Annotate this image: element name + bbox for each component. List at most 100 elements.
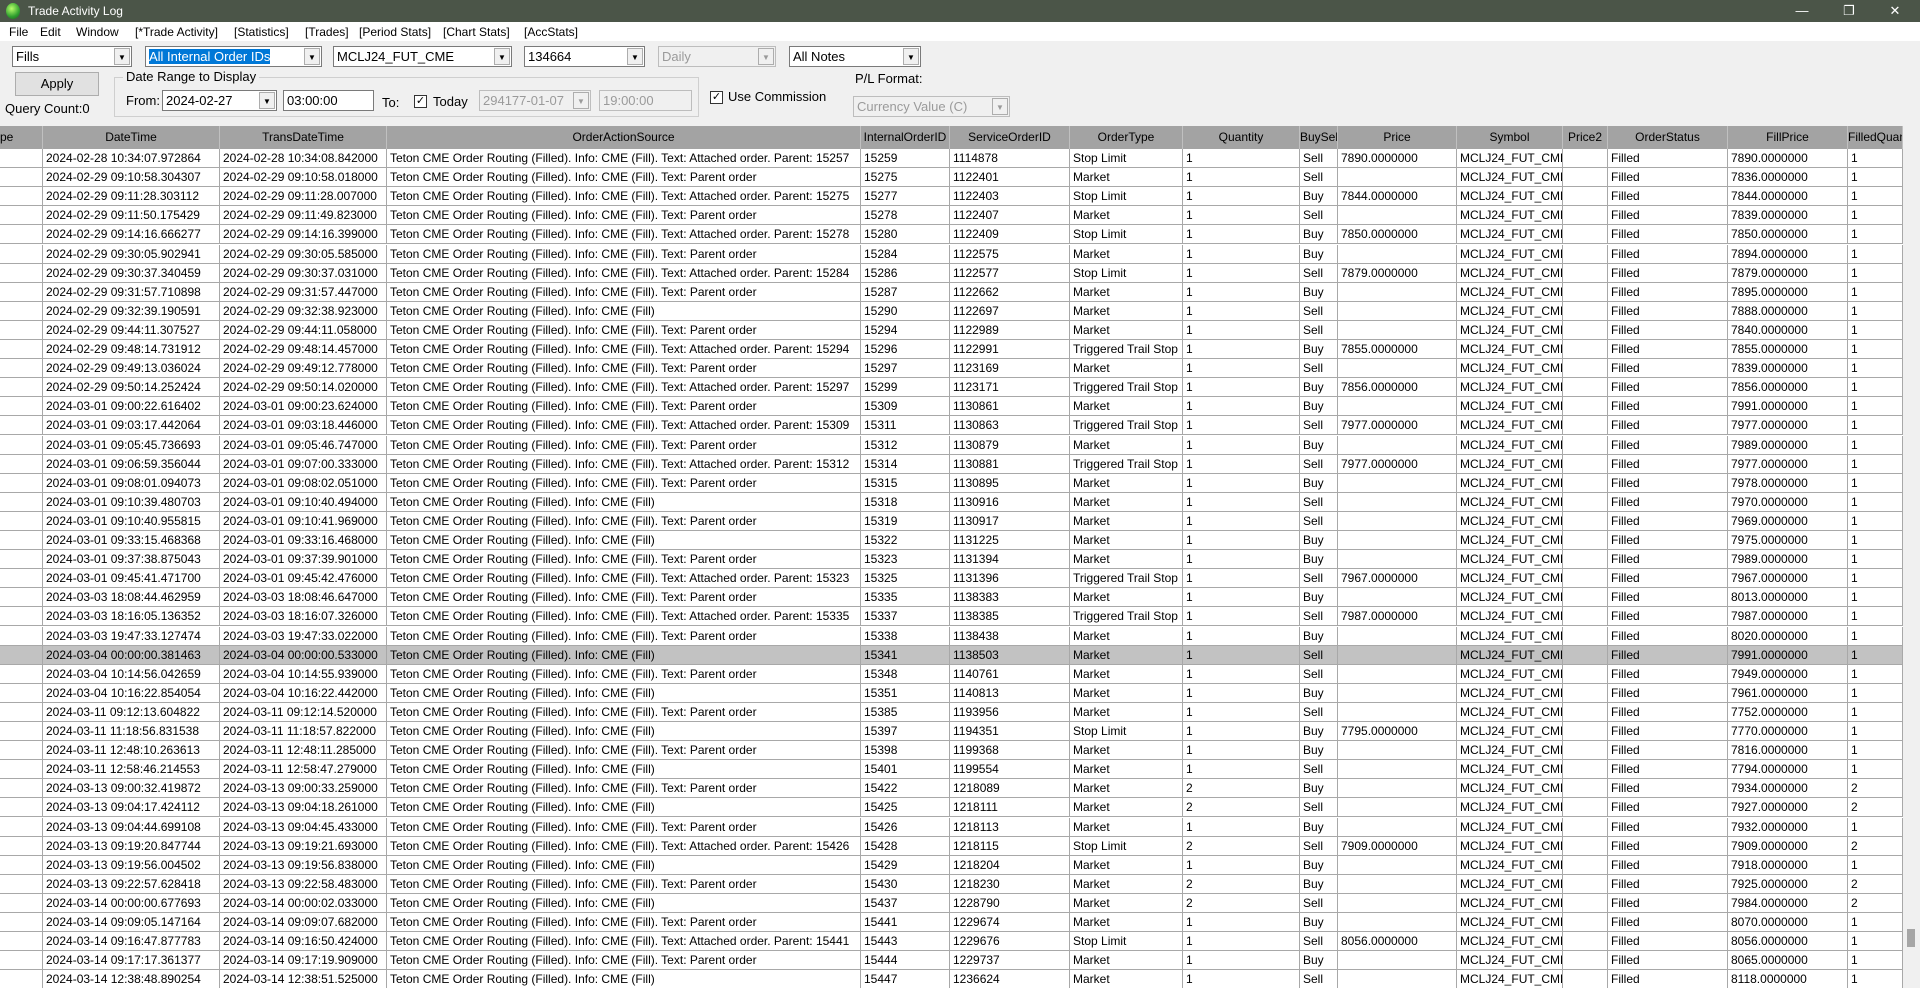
table-row[interactable]: 2024-03-03 18:08:44.462959 2024-03-03 18:… [0, 588, 1903, 608]
symbol-select[interactable]: MCLJ24_FUT_CME ▼ [333, 46, 512, 67]
table-row[interactable]: 2024-03-04 00:00:00.381463 2024-03-04 00:… [0, 645, 1903, 665]
table-row[interactable]: 2024-02-29 09:14:16.666277 2024-02-29 09:… [0, 225, 1903, 245]
minimize-button[interactable]: — [1779, 0, 1825, 22]
column-header-type[interactable]: pe [0, 126, 43, 149]
column-header-trans-datetime[interactable]: TransDateTime [220, 126, 387, 149]
table-row[interactable]: 2024-03-01 09:06:59.356044 2024-03-01 09:… [0, 454, 1903, 474]
table-row[interactable]: 2024-02-29 09:49:13.036024 2024-02-29 09:… [0, 359, 1903, 379]
menu-accstats[interactable]: [AccStats] [524, 25, 578, 39]
column-header-datetime[interactable]: DateTime [43, 126, 220, 149]
cell-order-type: Market [1070, 531, 1183, 550]
table-row[interactable]: 2024-03-14 09:09:05.147164 2024-03-14 09:… [0, 913, 1903, 932]
fills-table[interactable]: pe DateTime TransDateTime OrderActionSource… [0, 126, 1903, 988]
apply-button[interactable]: Apply [15, 72, 99, 96]
account-select[interactable]: 134664 ▼ [524, 46, 645, 67]
today-checkbox[interactable]: ✓ [414, 95, 427, 108]
column-header-buy-sell[interactable]: BuySell [1300, 126, 1338, 149]
cell-filled-quantity: 1 [1848, 626, 1903, 646]
column-header-price2[interactable]: Price2 [1563, 126, 1608, 149]
table-row[interactable]: 2024-03-01 09:03:17.442064 2024-03-01 09:… [0, 416, 1903, 436]
cell-service-order-id: 1122991 [950, 340, 1070, 359]
order-id-select[interactable]: All Internal Order IDs ▼ [145, 46, 322, 67]
table-row[interactable]: 2024-03-01 09:37:38.875043 2024-03-01 09:… [0, 550, 1903, 570]
table-row[interactable]: 2024-03-13 09:00:32.419872 2024-03-13 09:… [0, 779, 1903, 799]
maximize-button[interactable]: ❐ [1826, 0, 1872, 22]
vertical-scrollbar[interactable] [1903, 126, 1920, 988]
table-row[interactable]: 2024-02-29 09:10:58.304307 2024-02-29 09:… [0, 168, 1903, 188]
menu-trade-activity[interactable]: [*Trade Activity] [135, 25, 218, 39]
from-date-picker[interactable]: 2024-02-27 ▼ [162, 90, 277, 111]
cell-fill-price: 7989.0000000 [1728, 550, 1848, 570]
column-header-fill-price[interactable]: FillPrice [1728, 126, 1848, 149]
table-row[interactable]: 2024-03-14 09:16:47.877783 2024-03-14 09:… [0, 932, 1903, 952]
table-row[interactable]: 2024-03-03 18:16:05.136352 2024-03-03 18:… [0, 607, 1903, 627]
table-row[interactable]: 2024-03-14 09:17:17.361377 2024-03-14 09:… [0, 951, 1903, 971]
view-select[interactable]: Fills ▼ [12, 46, 132, 67]
table-row[interactable]: 2024-02-29 09:31:57.710898 2024-02-29 09:… [0, 282, 1903, 302]
menu-file[interactable]: File [9, 25, 28, 39]
table-row[interactable]: 2024-03-13 09:04:17.424112 2024-03-13 09:… [0, 798, 1903, 818]
table-row[interactable]: 2024-03-01 09:33:15.468368 2024-03-01 09:… [0, 531, 1903, 550]
column-header-symbol[interactable]: Symbol [1457, 126, 1563, 149]
table-row[interactable]: 2024-03-03 19:47:33.127474 2024-03-03 19:… [0, 626, 1903, 646]
column-header-quantity[interactable]: Quantity [1183, 126, 1300, 149]
cell-service-order-id: 1229674 [950, 913, 1070, 932]
cell-order-action-source: Teton CME Order Routing (Filled). Info: … [387, 722, 861, 741]
column-header-internal-order-id[interactable]: InternalOrderID [861, 126, 950, 149]
use-commission-checkbox[interactable]: ✓ [710, 91, 723, 104]
table-row[interactable]: 2024-03-01 09:08:01.094073 2024-03-01 09:… [0, 473, 1903, 493]
menu-edit[interactable]: Edit [40, 25, 61, 39]
menu-chart-stats[interactable]: [Chart Stats] [443, 25, 510, 39]
column-header-price[interactable]: Price [1338, 126, 1457, 149]
menu-window[interactable]: Window [76, 25, 119, 39]
column-header-order-action-source[interactable]: OrderActionSource [387, 126, 861, 149]
column-header-order-type[interactable]: OrderType [1070, 126, 1183, 149]
cell-symbol: MCLJ24_FUT_CME [1457, 225, 1563, 245]
table-row[interactable]: 2024-03-14 00:00:00.677693 2024-03-14 00:… [0, 893, 1903, 913]
cell-buy-sell: Sell [1300, 664, 1338, 684]
table-row[interactable]: 2024-03-01 09:10:40.955815 2024-03-01 09:… [0, 511, 1903, 531]
scrollbar-thumb[interactable] [1907, 929, 1915, 947]
table-row[interactable]: 2024-03-01 09:45:41.471700 2024-03-01 09:… [0, 569, 1903, 589]
table-row[interactable]: 2024-03-01 09:05:45.736693 2024-03-01 09:… [0, 435, 1903, 455]
cell-order-status: Filled [1608, 702, 1728, 722]
table-row[interactable]: 2024-03-11 12:58:46.214553 2024-03-11 12:… [0, 760, 1903, 780]
table-row[interactable]: 2024-03-13 09:22:57.628418 2024-03-13 09:… [0, 874, 1903, 894]
from-time-input[interactable]: 03:00:00 [283, 90, 374, 111]
table-row[interactable]: 2024-03-13 09:04:44.699108 2024-03-13 09:… [0, 817, 1903, 837]
menu-period-stats[interactable]: [Period Stats] [359, 25, 431, 39]
column-header-filled-quantity[interactable]: FilledQuantity [1848, 126, 1903, 149]
menu-trades[interactable]: [Trades] [305, 25, 349, 39]
cell-buy-sell: Buy [1300, 340, 1338, 359]
table-row[interactable]: 2024-03-13 09:19:20.847744 2024-03-13 09:… [0, 836, 1903, 856]
table-row[interactable]: 2024-03-14 12:38:48.890254 2024-03-14 12:… [0, 970, 1903, 988]
table-row[interactable]: 2024-03-13 09:19:56.004502 2024-03-13 09:… [0, 855, 1903, 875]
menu-statistics[interactable]: [Statistics] [234, 25, 289, 39]
chevron-down-icon: ▼ [259, 92, 275, 109]
column-header-order-status[interactable]: OrderStatus [1608, 126, 1728, 149]
table-row[interactable]: 2024-03-01 09:00:22.616402 2024-03-01 09:… [0, 397, 1903, 417]
cell-symbol: MCLJ24_FUT_CME [1457, 569, 1563, 589]
cell-order-action-source: Teton CME Order Routing (Filled). Info: … [387, 913, 861, 932]
table-row[interactable]: 2024-02-29 09:30:05.902941 2024-02-29 09:… [0, 244, 1903, 264]
table-row[interactable]: 2024-02-29 09:32:39.190591 2024-02-29 09:… [0, 301, 1903, 321]
cell-type [0, 741, 43, 761]
table-row[interactable]: 2024-02-29 09:11:28.303112 2024-02-29 09:… [0, 187, 1903, 207]
table-row[interactable]: 2024-03-11 09:12:13.604822 2024-03-11 09:… [0, 702, 1903, 722]
table-row[interactable]: 2024-02-29 09:44:11.307527 2024-02-29 09:… [0, 320, 1903, 340]
table-row[interactable]: 2024-02-28 10:34:07.972864 2024-02-28 10:… [0, 149, 1903, 168]
notes-select[interactable]: All Notes ▼ [789, 46, 921, 67]
column-header-service-order-id[interactable]: ServiceOrderID [950, 126, 1070, 149]
table-row[interactable]: 2024-02-29 09:30:37.340459 2024-02-29 09:… [0, 263, 1903, 283]
table-row[interactable]: 2024-03-01 09:10:39.480703 2024-03-01 09:… [0, 492, 1903, 512]
cell-internal-order-id: 15311 [861, 416, 950, 436]
table-row[interactable]: 2024-02-29 09:48:14.731912 2024-02-29 09:… [0, 340, 1903, 359]
table-row[interactable]: 2024-03-04 10:16:22.854054 2024-03-04 10:… [0, 683, 1903, 703]
cell-symbol: MCLJ24_FUT_CME [1457, 473, 1563, 493]
table-row[interactable]: 2024-02-29 09:11:50.175429 2024-02-29 09:… [0, 206, 1903, 226]
table-row[interactable]: 2024-03-11 12:48:10.263613 2024-03-11 12:… [0, 741, 1903, 761]
table-row[interactable]: 2024-03-11 11:18:56.831538 2024-03-11 11:… [0, 722, 1903, 741]
table-row[interactable]: 2024-03-04 10:14:56.042659 2024-03-04 10:… [0, 664, 1903, 684]
table-row[interactable]: 2024-02-29 09:50:14.252424 2024-02-29 09:… [0, 378, 1903, 398]
close-button[interactable]: ✕ [1872, 0, 1918, 22]
